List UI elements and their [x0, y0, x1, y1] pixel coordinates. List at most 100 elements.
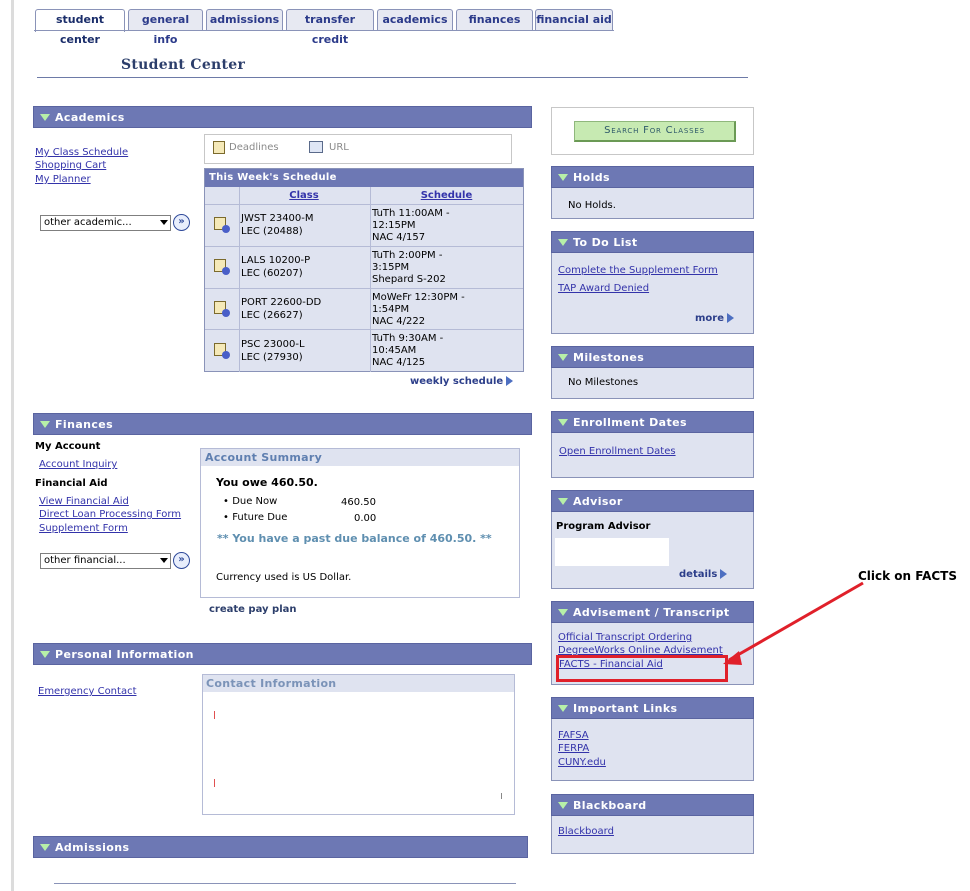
schedule-time-end: 12:15PM: [372, 220, 416, 231]
holds-text: No Holds.: [568, 200, 616, 211]
fafsa-link[interactable]: FAFSA: [558, 730, 589, 741]
direct-loan-link[interactable]: Direct Loan Processing Form: [39, 509, 181, 520]
collapse-triangle-icon[interactable]: [558, 419, 568, 426]
deadlines-label[interactable]: Deadlines: [229, 142, 279, 153]
create-pay-plan-link[interactable]: create pay plan: [209, 604, 297, 615]
account-inquiry-link[interactable]: Account Inquiry: [39, 459, 117, 470]
advisor-header-label: Advisor: [573, 495, 623, 508]
view-financial-aid-link[interactable]: View Financial Aid: [39, 496, 129, 507]
weekly-schedule-link[interactable]: weekly schedule: [410, 376, 514, 387]
class-code: LALS 10200-P: [241, 255, 311, 266]
advisor-header[interactable]: Advisor: [551, 490, 754, 512]
collapse-triangle-icon[interactable]: [40, 421, 50, 428]
personal-info-header[interactable]: Personal Information: [33, 643, 532, 665]
collapse-triangle-icon[interactable]: [558, 174, 568, 181]
collapse-triangle-icon[interactable]: [40, 844, 50, 851]
contact-tick: [501, 793, 502, 799]
table-row: PORT 22600-DD LEC (26627) MoWeFr 12:30PM…: [205, 288, 523, 329]
my-account-heading: My Account: [35, 441, 101, 452]
tab-academics[interactable]: academics: [377, 9, 453, 31]
collapse-triangle-icon[interactable]: [40, 651, 50, 658]
supplement-form-link[interactable]: Supplement Form: [39, 523, 128, 534]
currency-note: Currency used is US Dollar.: [216, 572, 352, 583]
todo-supplement-link[interactable]: Complete the Supplement Form: [558, 265, 718, 276]
milestones-header[interactable]: Milestones: [551, 346, 754, 368]
arrow-right-icon: [506, 376, 514, 386]
open-enrollment-dates-link[interactable]: Open Enrollment Dates: [559, 446, 676, 457]
table-row: JWST 23400-M LEC (20488) TuTh 11:00AM - …: [205, 204, 523, 246]
schedule-time: TuTh 11:00AM -: [372, 208, 450, 219]
other-academic-select-value: other academic...: [44, 217, 132, 228]
url-icon[interactable]: [309, 141, 323, 153]
class-detail-icon[interactable]: [214, 217, 230, 233]
finances-header-label: Finances: [55, 418, 114, 431]
collapse-triangle-icon[interactable]: [558, 354, 568, 361]
collapse-triangle-icon[interactable]: [558, 705, 568, 712]
blackboard-link[interactable]: Blackboard: [558, 826, 614, 837]
blackboard-header[interactable]: Blackboard: [551, 794, 754, 816]
due-now-value: 460.50: [341, 497, 376, 508]
shopping-cart-link[interactable]: Shopping Cart: [35, 160, 106, 171]
important-links-header[interactable]: Important Links: [551, 697, 754, 719]
contact-tick: [214, 779, 215, 787]
academics-header-label: Academics: [55, 111, 125, 124]
finances-header[interactable]: Finances: [33, 413, 532, 435]
deadlines-url-box: Deadlines URL: [204, 134, 512, 164]
search-for-classes-button[interactable]: Search For Classes: [574, 121, 736, 142]
col-schedule-header[interactable]: Schedule: [370, 187, 523, 204]
academic-go-button[interactable]: »: [173, 214, 190, 231]
schedule-room: Shepard S-202: [372, 274, 446, 285]
admissions-header-label: Admissions: [55, 841, 130, 854]
transcript-ordering-link[interactable]: Official Transcript Ordering: [558, 632, 692, 643]
todo-tap-link[interactable]: TAP Award Denied: [558, 283, 649, 294]
collapse-triangle-icon[interactable]: [558, 498, 568, 505]
holds-header-label: Holds: [573, 171, 610, 184]
schedule-room: NAC 4/125: [372, 357, 426, 368]
collapse-triangle-icon[interactable]: [40, 114, 50, 121]
enrollment-dates-header-label: Enrollment Dates: [573, 416, 687, 429]
tab-general-info[interactable]: general info: [128, 9, 203, 46]
annotation-highlight-box: [556, 655, 728, 682]
class-detail-icon[interactable]: [214, 259, 230, 275]
milestones-text: No Milestones: [568, 377, 639, 388]
tab-admissions[interactable]: admissions: [206, 9, 283, 31]
enrollment-dates-header[interactable]: Enrollment Dates: [551, 411, 754, 433]
cuny-link[interactable]: CUNY.edu: [558, 757, 606, 768]
todo-header[interactable]: To Do List: [551, 231, 754, 253]
tab-finances[interactable]: finances: [456, 9, 533, 31]
class-detail-icon[interactable]: [214, 301, 230, 317]
collapse-triangle-icon[interactable]: [558, 609, 568, 616]
col-class-header[interactable]: Class: [239, 187, 369, 204]
holds-header[interactable]: Holds: [551, 166, 754, 188]
my-class-schedule-link[interactable]: My Class Schedule: [35, 147, 128, 158]
collapse-triangle-icon[interactable]: [558, 239, 568, 246]
emergency-contact-link[interactable]: Emergency Contact: [38, 686, 137, 697]
url-label[interactable]: URL: [329, 142, 349, 153]
milestones-body: No Milestones: [551, 368, 754, 399]
important-links-header-label: Important Links: [573, 702, 678, 715]
class-code: JWST 23400-M: [241, 213, 314, 224]
contact-information-title: Contact Information: [203, 675, 514, 692]
todo-more-link[interactable]: more: [695, 313, 735, 324]
tab-financial-aid[interactable]: financial aid: [535, 9, 613, 31]
admissions-header[interactable]: Admissions: [33, 836, 528, 858]
deadlines-icon[interactable]: [213, 141, 225, 154]
my-planner-link[interactable]: My Planner: [35, 174, 91, 185]
tab-baseline: [34, 30, 614, 31]
other-financial-select[interactable]: other financial...: [40, 553, 171, 569]
class-detail-icon[interactable]: [214, 343, 230, 359]
financial-go-button[interactable]: »: [173, 552, 190, 569]
other-financial-select-value: other financial...: [44, 555, 126, 566]
tab-transfer-credit[interactable]: transfer credit: [286, 9, 374, 46]
ferpa-link[interactable]: FERPA: [558, 743, 589, 754]
annotation-arrow-icon: [723, 581, 864, 665]
tab-student-center[interactable]: student center: [35, 9, 125, 46]
academics-header[interactable]: Academics: [33, 106, 532, 128]
title-rule: [37, 77, 748, 78]
other-academic-select[interactable]: other academic...: [40, 215, 171, 231]
class-code: PORT 22600-DD: [241, 297, 322, 308]
todo-body: Complete the Supplement Form TAP Award D…: [551, 253, 754, 334]
left-edge-strip: [11, 0, 14, 891]
collapse-triangle-icon[interactable]: [558, 802, 568, 809]
program-advisor-label: Program Advisor: [556, 521, 651, 532]
